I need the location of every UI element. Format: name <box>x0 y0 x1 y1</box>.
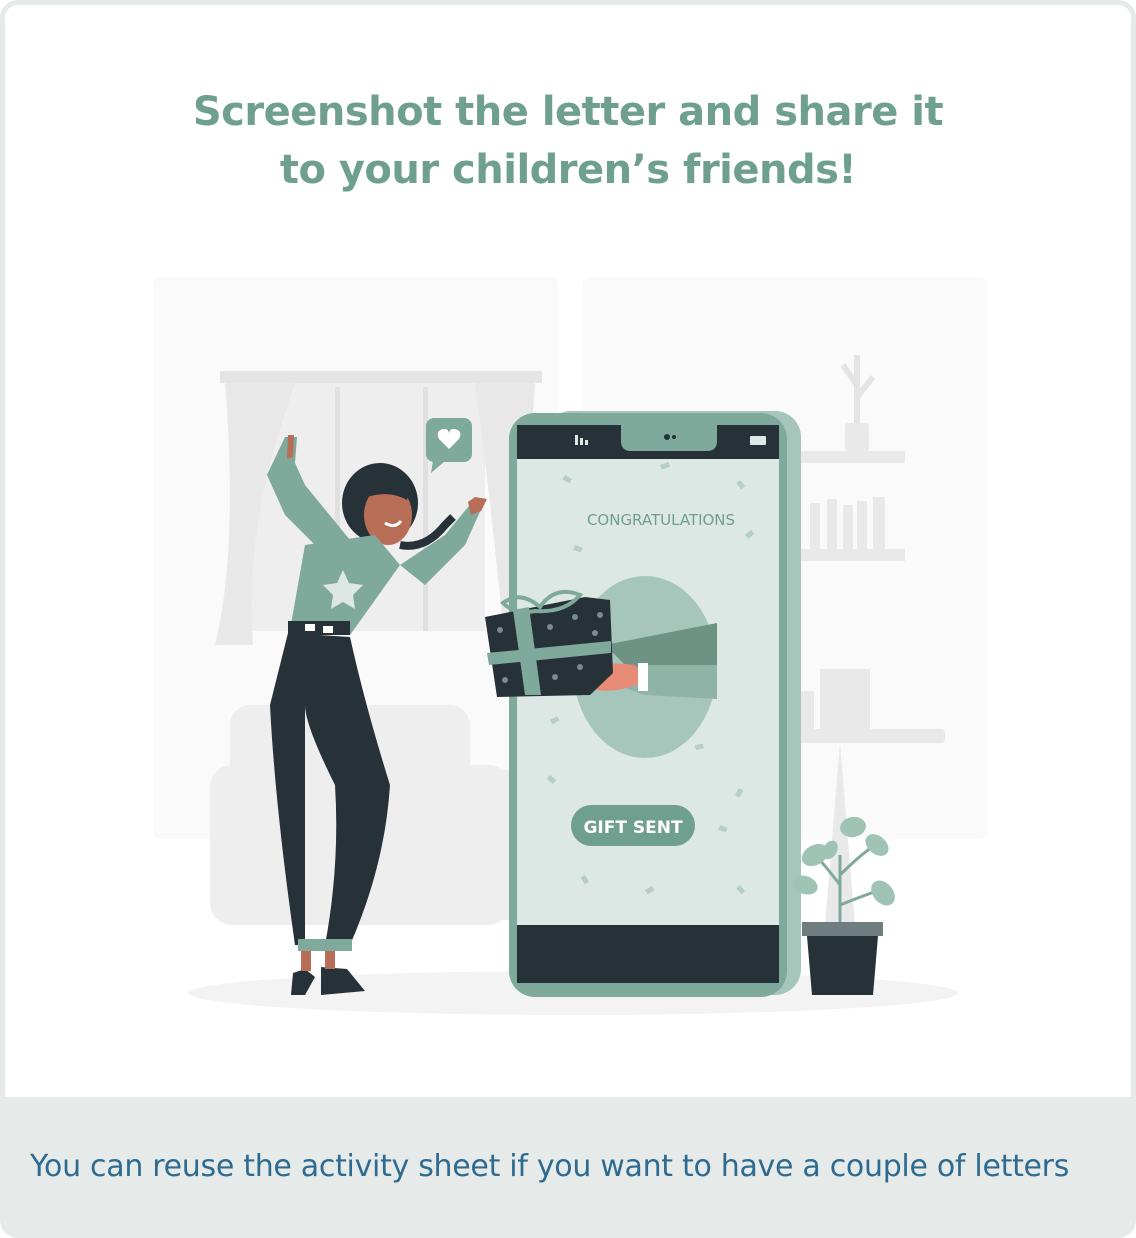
battery-icon <box>750 436 766 445</box>
smartphone: CONGRATULATIONS GIFT SENT <box>509 411 801 997</box>
title-line-2: to your children’s friends! <box>279 147 857 193</box>
footer-note: You can reuse the activity sheet if you … <box>5 1097 1131 1233</box>
screen-title: CONGRATULATIONS <box>587 511 735 529</box>
page-title: Screenshot the letter and share it to yo… <box>5 83 1131 199</box>
gift-sent-illustration: CONGRATULATIONS GIFT SENT <box>153 277 987 1015</box>
footer-text: You can reuse the activity sheet if you … <box>30 1149 1070 1184</box>
gift-sent-label: GIFT SENT <box>583 818 682 838</box>
gift-sent-button[interactable]: GIFT SENT <box>571 805 695 846</box>
title-line-1: Screenshot the letter and share it <box>192 89 944 135</box>
activity-card: Screenshot the letter and share it to yo… <box>0 0 1136 1238</box>
